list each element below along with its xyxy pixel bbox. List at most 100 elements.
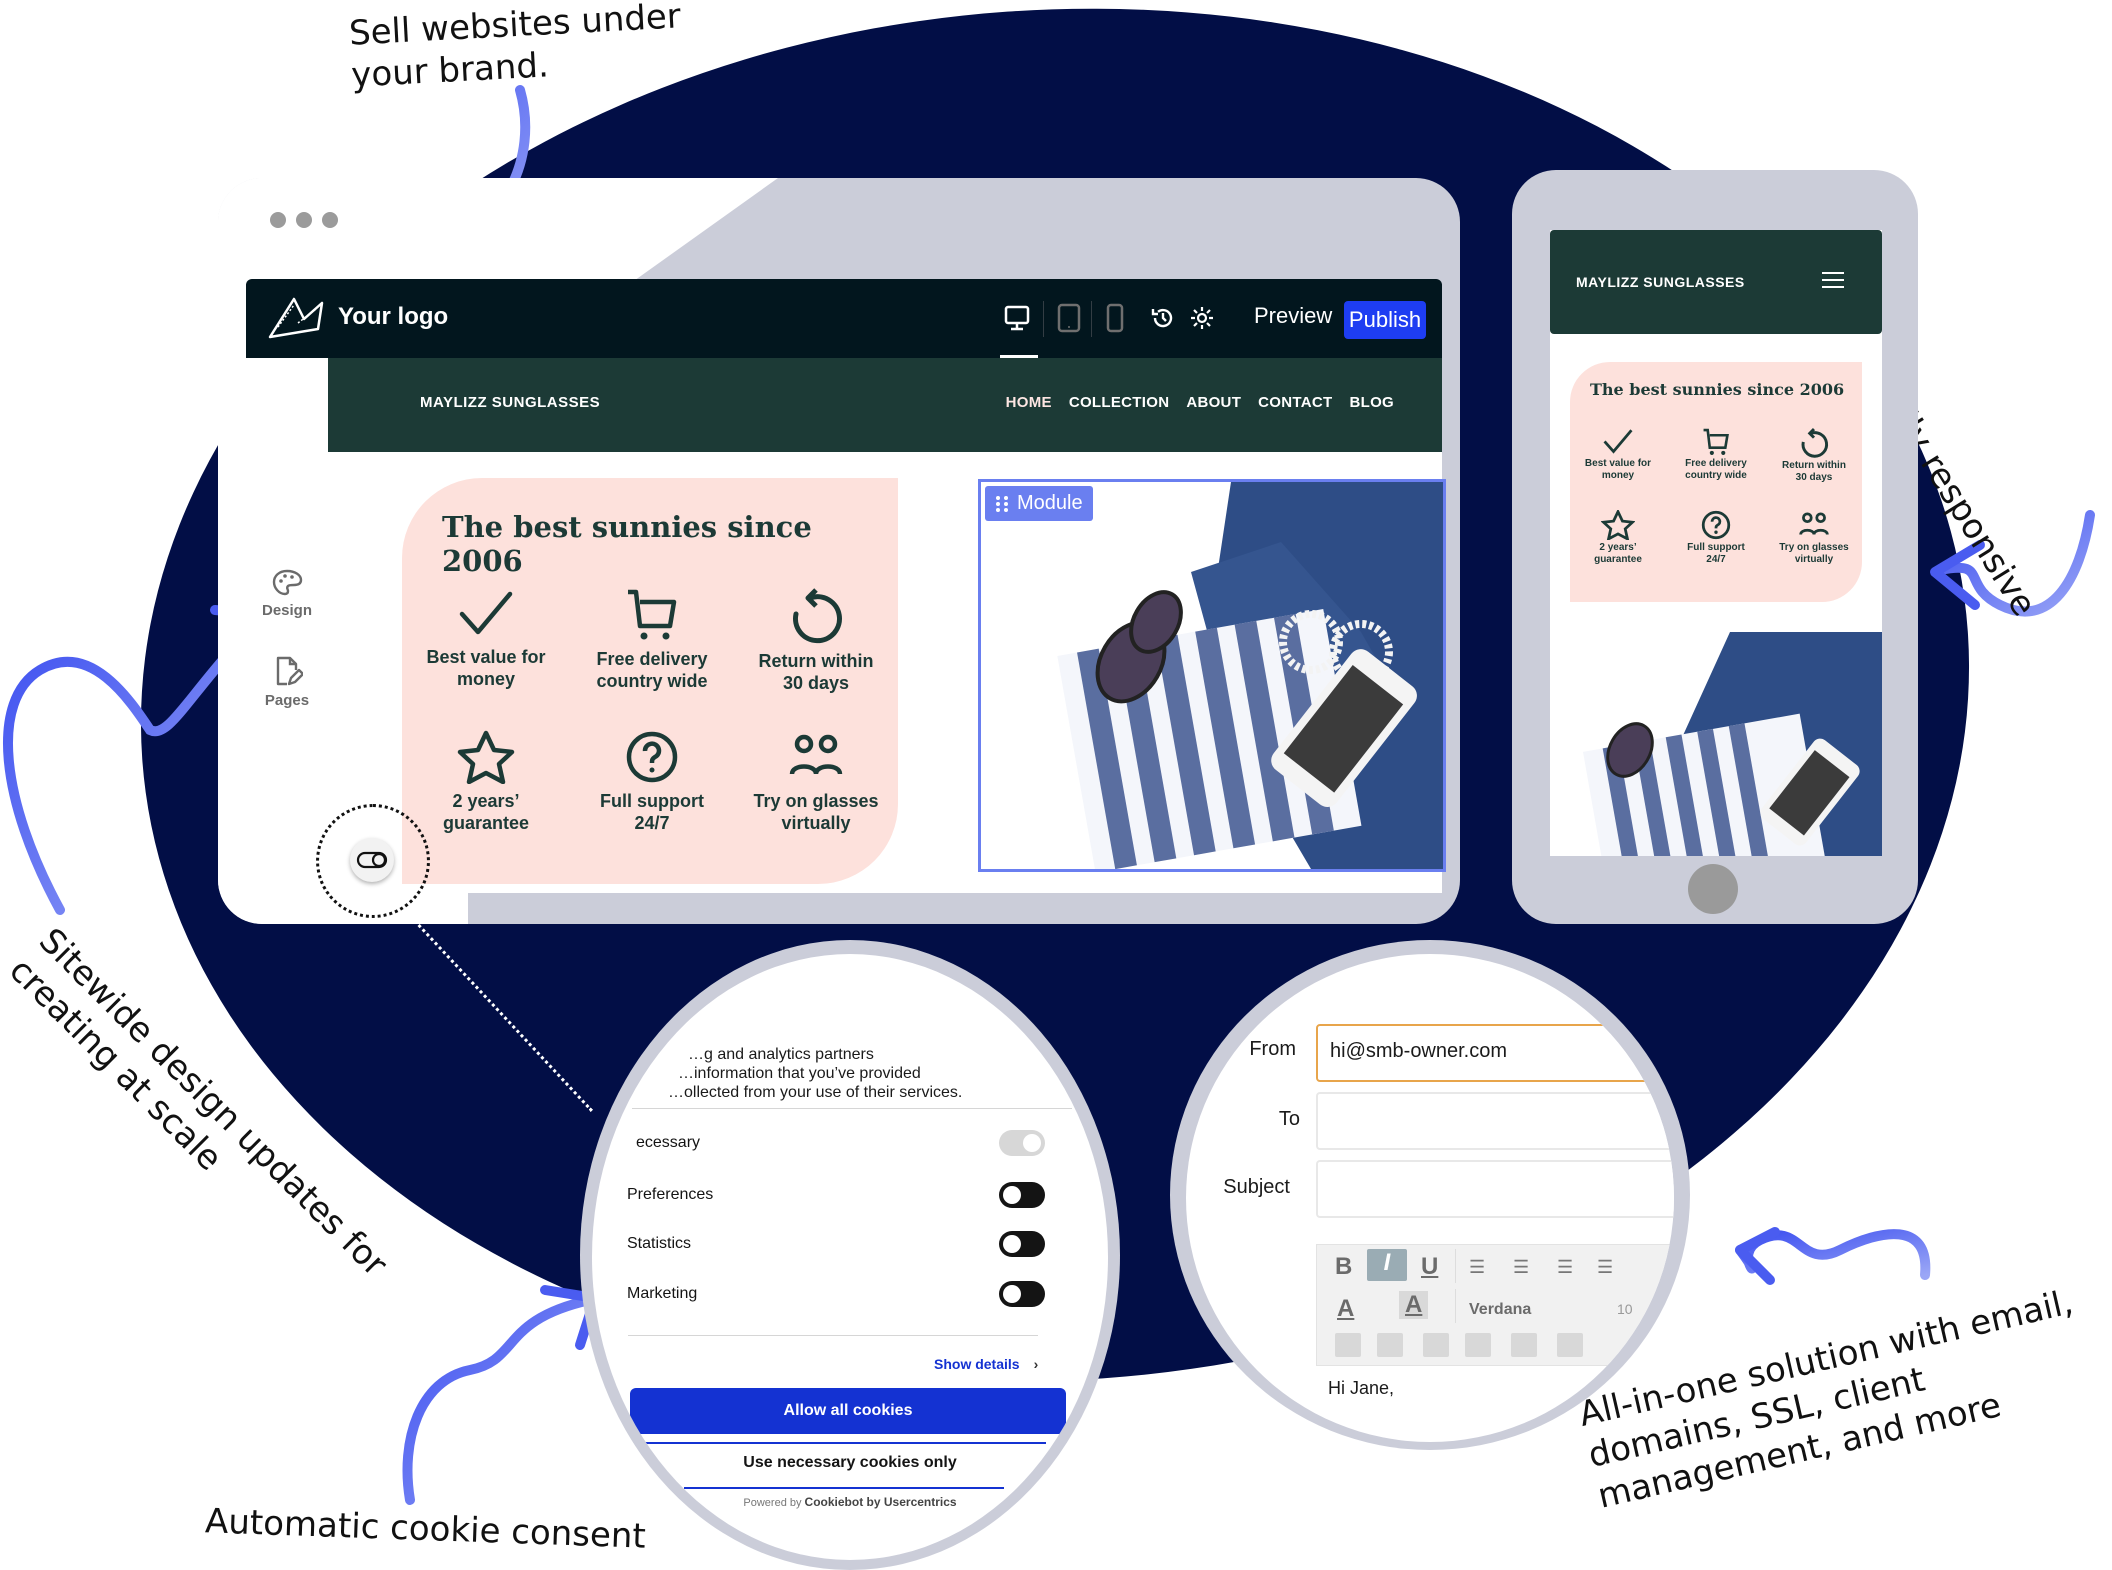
feature-item: 2 years’ guarantee <box>406 730 566 834</box>
sidebar-item-design[interactable]: Design <box>246 568 328 619</box>
statistics-toggle[interactable] <box>999 1231 1045 1257</box>
align-right-icon[interactable]: ☰ <box>1557 1257 1573 1278</box>
settings-button[interactable] <box>1185 301 1219 335</box>
show-details-link[interactable]: Show details › <box>934 1356 1038 1372</box>
to-field[interactable] <box>1316 1092 1674 1150</box>
arrow-cookie <box>402 1295 595 1505</box>
help-icon <box>626 731 678 783</box>
palette-icon <box>272 569 303 596</box>
from-label: From <box>1249 1038 1296 1060</box>
menu-item-about[interactable]: ABOUT <box>1186 394 1241 411</box>
history-icon <box>1151 308 1173 328</box>
return-icon <box>1801 428 1829 458</box>
logo-icon <box>268 297 324 339</box>
sidebar-item-pages[interactable]: Pages <box>246 654 328 709</box>
email-body[interactable]: Hi Jane, <box>1328 1378 1394 1399</box>
feature-item: Return within 30 days <box>1766 428 1862 484</box>
feature-item: Try on glasses virtually <box>1766 510 1862 566</box>
feature-item: Free delivery country wide <box>1668 428 1764 482</box>
hamburger-icon[interactable] <box>1822 272 1844 293</box>
mobile-icon <box>1106 303 1124 333</box>
module-label[interactable]: Module <box>985 486 1093 521</box>
star-icon <box>457 730 515 784</box>
align-left-icon[interactable]: ☰ <box>1469 1257 1485 1278</box>
justify-icon[interactable]: ☰ <box>1597 1257 1613 1278</box>
italic-button[interactable]: I <box>1367 1249 1407 1281</box>
site-menu: HOME COLLECTION ABOUT CONTACT BLOG <box>1006 394 1394 411</box>
category-necessary-label: ecessary <box>636 1134 701 1151</box>
toggle-icon <box>356 851 388 869</box>
site-brand[interactable]: MAYLIZZ SUNGLASSES <box>420 394 600 411</box>
phone-home-button[interactable] <box>1688 864 1738 914</box>
feature-item: Full support 24/7 <box>1668 510 1764 566</box>
necessary-toggle[interactable] <box>999 1130 1045 1156</box>
menu-item-home[interactable]: HOME <box>1006 394 1052 411</box>
cart-icon <box>628 589 677 640</box>
menu-item-contact[interactable]: CONTACT <box>1258 394 1332 411</box>
publish-button[interactable]: Publish <box>1344 301 1426 339</box>
menu-item-blog[interactable]: BLOG <box>1349 394 1394 411</box>
powered-by: Powered by Cookiebot by Usercentrics <box>743 1495 957 1509</box>
menu-item-collection[interactable]: COLLECTION <box>1069 394 1170 411</box>
return-icon <box>793 588 842 644</box>
desktop-icon <box>1004 305 1030 331</box>
page-edit-icon <box>276 656 305 686</box>
preferences-toggle[interactable] <box>999 1182 1045 1208</box>
drag-handle-icon <box>996 495 1008 512</box>
preview-button[interactable]: Preview <box>1254 303 1332 329</box>
subject-field[interactable] <box>1316 1160 1674 1218</box>
phone-site-brand[interactable]: MAYLIZZ SUNGLASSES <box>1576 274 1745 290</box>
star-icon <box>1601 510 1635 540</box>
people-icon <box>1799 512 1829 535</box>
feature-item: Free delivery country wide <box>572 588 732 692</box>
feature-item: Return within 30 days <box>736 588 896 694</box>
arrow-email-head <box>1735 1227 1780 1285</box>
feature-item: Best value for money <box>406 590 566 690</box>
format-toolbar: B I U ☰ ☰ ☰ ☰ A A Verdana 10 <box>1316 1244 1674 1366</box>
bold-button[interactable]: B <box>1335 1253 1352 1281</box>
cart-icon <box>1703 428 1729 455</box>
editor-toolbar: Your logo Preview Publish <box>246 279 1442 358</box>
subject-label: Subject <box>1223 1176 1290 1198</box>
check-icon <box>1603 429 1633 454</box>
underline-button[interactable]: U <box>1421 1253 1438 1281</box>
mobile-view-button[interactable] <box>1098 301 1132 335</box>
category-marketing-label: Marketing <box>627 1285 698 1302</box>
check-icon <box>459 591 513 635</box>
gear-icon <box>1191 307 1213 329</box>
desktop-view-button[interactable] <box>1000 301 1034 335</box>
font-color-button[interactable]: A <box>1337 1295 1354 1323</box>
feature-item: 2 years’ guarantee <box>1570 510 1666 566</box>
phone-screen: MAYLIZZ SUNGLASSES The best sunnies sinc… <box>1550 230 1882 856</box>
font-size-select[interactable]: 10 <box>1617 1301 1633 1317</box>
features-card[interactable]: The best sunnies since 2006 Best value f… <box>402 478 898 884</box>
window-dots <box>270 212 338 228</box>
necessary-only-button[interactable]: Use necessary cookies only <box>592 1454 1108 1472</box>
image-module[interactable]: Module <box>978 479 1446 872</box>
highlight-button[interactable]: A <box>1399 1291 1429 1319</box>
email-compose-panel: From hi@smb-owner.com To Subject B I U ☰… <box>1186 954 1674 1442</box>
category-preferences-label: Preferences <box>627 1186 714 1203</box>
feature-item: Best value for money <box>1570 428 1666 482</box>
product-photo <box>1057 482 1443 869</box>
toggle-cookie-button[interactable] <box>350 838 394 882</box>
card-title: The best sunnies since 2006 <box>442 510 812 578</box>
allow-all-cookies-button[interactable]: Allow all cookies <box>630 1388 1066 1434</box>
people-icon <box>789 734 843 775</box>
phone-site-header: MAYLIZZ SUNGLASSES <box>1550 230 1882 334</box>
phone-card-title: The best sunnies since 2006 <box>1590 380 1845 399</box>
to-label: To <box>1278 1108 1300 1130</box>
history-button[interactable] <box>1146 301 1180 335</box>
align-center-icon[interactable]: ☰ <box>1513 1257 1529 1278</box>
editor-sidebar: Design Pages <box>246 358 331 893</box>
help-icon <box>1701 510 1731 540</box>
cookie-consent-panel: …g and analytics partners …information t… <box>592 954 1108 1560</box>
site-header: MAYLIZZ SUNGLASSES HOME COLLECTION ABOUT… <box>328 358 1442 452</box>
from-field[interactable]: hi@smb-owner.com <box>1316 1024 1674 1082</box>
marketing-toggle[interactable] <box>999 1281 1045 1307</box>
category-statistics-label: Statistics <box>627 1235 692 1252</box>
feature-item: Try on glasses virtually <box>736 730 896 834</box>
tablet-view-button[interactable] <box>1052 301 1086 335</box>
font-select[interactable]: Verdana <box>1469 1301 1531 1319</box>
chevron-right-icon: › <box>1033 1356 1039 1372</box>
